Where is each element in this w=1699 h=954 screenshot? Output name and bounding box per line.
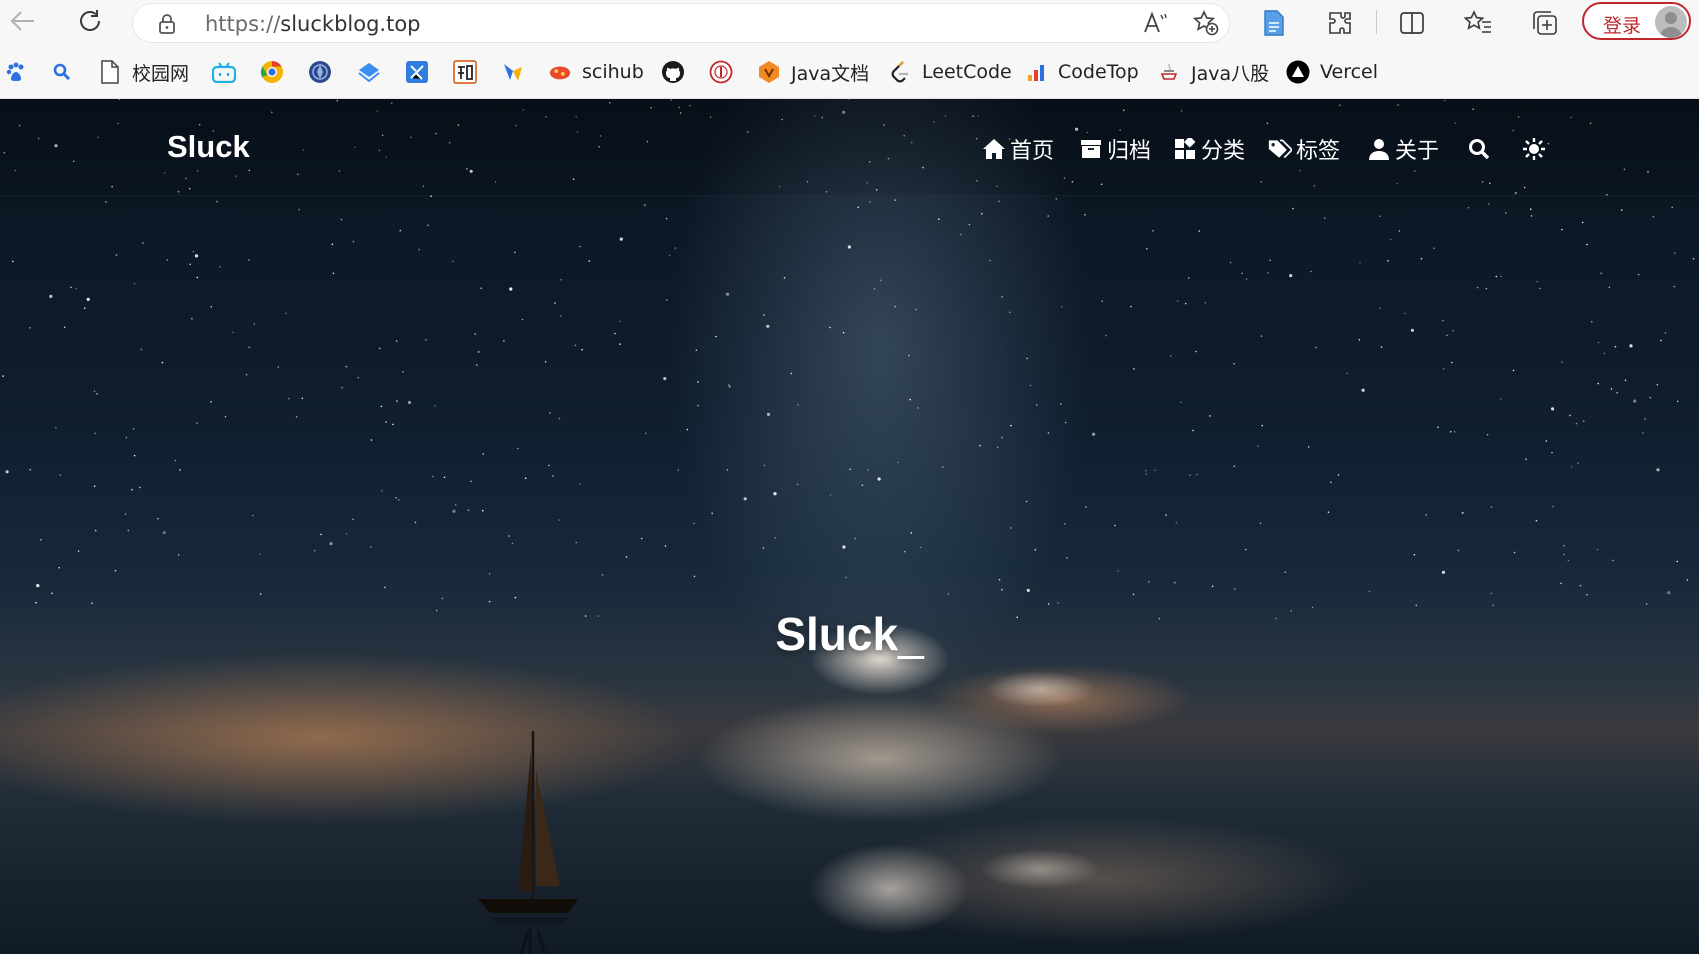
bookmark-emblem[interactable]: [308, 58, 332, 86]
bookmark-bilibili[interactable]: [212, 58, 236, 86]
page-icon: [98, 60, 122, 84]
scihub-icon: [548, 60, 572, 84]
site-header: Sluck 首页 归档 分类 标签 关于: [0, 99, 1699, 196]
bookmark-label: scihub: [582, 61, 644, 83]
bookmark-label: Java文档: [791, 62, 870, 85]
hero-title-text: Sluck: [775, 608, 899, 660]
bookmark-baidu[interactable]: [4, 58, 28, 86]
search-icon: [50, 60, 74, 84]
codetop-icon: [1024, 60, 1048, 84]
sailboat-image: [470, 731, 590, 954]
blog-page: Sluck 首页 归档 分类 标签 关于 Sluck_: [0, 99, 1699, 954]
bookmark-leetcode[interactable]: LeetCode: [888, 58, 1012, 86]
hero-title: Sluck_: [0, 607, 1699, 661]
bookmark-campus-net[interactable]: 校园网: [98, 58, 189, 86]
favorites-icon[interactable]: [1461, 6, 1495, 40]
tags-icon: [1268, 137, 1292, 161]
browser-toolbar: https://sluckblog.top 登录: [0, 0, 1699, 46]
nav-label: 关于: [1395, 139, 1440, 164]
url-scheme: https://: [205, 12, 281, 36]
theme-toggle-button[interactable]: [1522, 133, 1546, 165]
sun-icon: [1522, 137, 1546, 161]
lock-icon[interactable]: [157, 12, 177, 41]
bookmark-scihub[interactable]: scihub: [548, 58, 644, 86]
address-bar[interactable]: https://sluckblog.top: [132, 3, 1230, 43]
bookmark-app[interactable]: [405, 58, 429, 86]
bookmark-seal[interactable]: [709, 58, 733, 86]
collections-icon[interactable]: [1528, 6, 1562, 40]
archive-icon: [1079, 137, 1103, 161]
bookmark-label: 校园网: [132, 62, 190, 85]
bookmark-java-doc[interactable]: Java文档: [757, 58, 869, 86]
bookmark-search[interactable]: [50, 58, 74, 86]
nav-search-button[interactable]: [1467, 133, 1491, 165]
bookmark-browser[interactable]: [260, 58, 284, 86]
split-screen-icon[interactable]: [1395, 6, 1429, 40]
page-icon[interactable]: [1257, 6, 1291, 40]
user-icon: [1367, 137, 1391, 161]
nav-home[interactable]: 首页: [982, 133, 1054, 165]
nav-label: 归档: [1107, 139, 1152, 164]
globe-emblem-icon: [308, 60, 332, 84]
bookmark-vercel[interactable]: Vercel: [1286, 58, 1378, 86]
typing-cursor: _: [898, 608, 924, 660]
bookmark-codetop[interactable]: CodeTop: [1024, 58, 1139, 86]
url-text: https://sluckblog.top: [205, 12, 421, 36]
login-label: 登录: [1603, 15, 1642, 37]
bookmarks-bar: 校园网 scihub Java文档 LeetCode CodeTop Java八…: [0, 46, 1699, 99]
nav-about[interactable]: 关于: [1367, 133, 1439, 165]
search-icon: [1467, 137, 1491, 161]
bookmark-label: Java八股: [1191, 62, 1270, 85]
nav-label: 首页: [1010, 139, 1055, 164]
github-icon: [661, 60, 685, 84]
category-icon: [1173, 137, 1197, 161]
toolbar-divider: [1376, 10, 1377, 34]
refresh-icon[interactable]: [73, 4, 107, 38]
bilibili-icon: [212, 60, 236, 84]
nav-label: 标签: [1296, 139, 1341, 164]
avatar: [1655, 6, 1687, 38]
seal-icon: [709, 60, 733, 84]
java-doc-icon: [757, 60, 781, 84]
url-host: sluckblog.top: [280, 12, 421, 36]
home-icon: [982, 137, 1006, 161]
diamond-icon: [357, 60, 381, 84]
site-brand[interactable]: Sluck: [167, 129, 250, 165]
nav-archive[interactable]: 归档: [1079, 133, 1151, 165]
nav-tags[interactable]: 标签: [1268, 133, 1340, 165]
bird-icon: [501, 60, 525, 84]
baidu-icon: [4, 60, 28, 84]
login-button[interactable]: 登录: [1582, 2, 1691, 40]
java-bagu-icon: [1157, 60, 1181, 84]
bookmark-bird[interactable]: [501, 58, 525, 86]
bookmark-github[interactable]: [661, 58, 685, 86]
bookmark-zhihu[interactable]: [453, 58, 477, 86]
extensions-icon[interactable]: [1323, 6, 1357, 40]
puzzle-app-icon: [405, 60, 429, 84]
chrome-like-icon: [260, 60, 284, 84]
add-favorite-icon[interactable]: [1192, 9, 1220, 37]
read-aloud-icon[interactable]: [1142, 9, 1170, 37]
back-icon[interactable]: [6, 4, 40, 38]
bookmark-diamond[interactable]: [357, 58, 381, 86]
bookmark-java-bagu[interactable]: Java八股: [1157, 58, 1269, 86]
leetcode-icon: [888, 60, 912, 84]
bookmark-label: Vercel: [1320, 61, 1379, 83]
zhihu-icon: [453, 60, 477, 84]
nav-categories[interactable]: 分类: [1173, 133, 1245, 165]
horizon-clouds: [810, 623, 1100, 934]
nav-label: 分类: [1201, 139, 1246, 164]
vercel-icon: [1286, 60, 1310, 84]
bookmark-label: CodeTop: [1058, 61, 1139, 83]
bookmark-label: LeetCode: [922, 61, 1012, 83]
